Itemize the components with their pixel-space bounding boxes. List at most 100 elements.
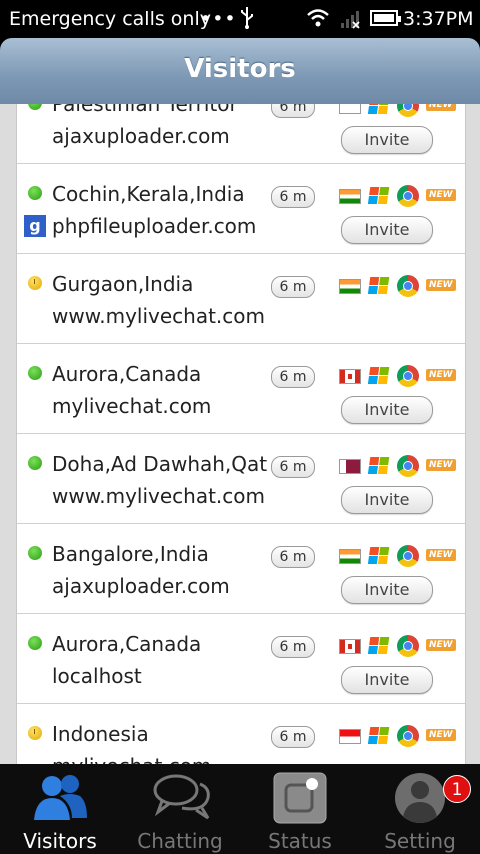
visitor-info-icons: NEW <box>339 364 459 388</box>
chrome-icon <box>397 635 419 657</box>
visitor-row[interactable]: Doha,Ad Dawhah,Qatar www.mylivechat.com 6 … <box>17 434 465 524</box>
country-flag-icon <box>339 729 361 744</box>
carrier-text: Emergency calls only <box>9 8 211 30</box>
new-badge: NEW <box>426 459 456 471</box>
notification-badge: 1 <box>443 775 471 803</box>
windows-icon <box>367 104 391 115</box>
visitor-location: Gurgaon,India <box>52 272 194 296</box>
visitor-site: www.mylivechat.com <box>52 304 266 328</box>
chrome-icon <box>397 185 419 207</box>
visitor-info-icons: NEW <box>339 724 459 748</box>
windows-icon <box>367 367 391 385</box>
invite-button[interactable]: Invite <box>341 666 433 694</box>
header-bar: Visitors <box>0 38 480 104</box>
chrome-icon <box>397 104 419 117</box>
new-badge: NEW <box>426 189 456 201</box>
visitor-row[interactable]: Indonesia mylivechat.com 6 m NEW <box>17 704 465 764</box>
invite-button[interactable]: Invite <box>341 576 433 604</box>
clock: 3:37PM <box>403 8 474 30</box>
visit-duration: 6 m <box>271 104 315 118</box>
chrome-icon <box>397 725 419 747</box>
tab-visitors-label: Visitors <box>23 829 97 853</box>
page-title: Visitors <box>184 54 296 84</box>
invite-button[interactable]: Invite <box>341 486 433 514</box>
notification-dots: ••• <box>200 8 237 30</box>
status-icon <box>272 772 328 824</box>
country-flag-icon <box>339 369 361 384</box>
visitor-location: Aurora,Canada <box>52 632 202 656</box>
visit-duration: 6 m <box>271 366 315 388</box>
visitors-icon <box>32 772 88 824</box>
visitor-location: Indonesia <box>52 722 149 746</box>
visitor-site: phpfileuploader.com <box>52 214 257 238</box>
visitor-location: Palestinian Territor <box>52 104 238 116</box>
country-flag-icon <box>339 459 361 474</box>
windows-icon <box>367 547 391 565</box>
visit-duration: 6 m <box>271 636 315 658</box>
visit-duration: 6 m <box>271 546 315 568</box>
avatar-icon <box>392 772 448 824</box>
new-badge: NEW <box>426 639 456 651</box>
tab-visitors[interactable]: Visitors <box>0 764 120 854</box>
visitor-list[interactable]: Palestinian Territor ajaxuploader.com 6 m … <box>16 104 466 764</box>
google-icon: g <box>24 215 46 237</box>
new-badge: NEW <box>426 279 456 291</box>
tab-status[interactable]: Status <box>240 764 360 854</box>
chrome-icon <box>397 275 419 297</box>
usb-icon <box>239 6 255 35</box>
invite-button[interactable]: Invite <box>341 126 433 154</box>
visit-duration: 6 m <box>271 726 315 748</box>
visitor-location: Bangalore,India <box>52 542 209 566</box>
windows-icon <box>367 277 391 295</box>
visitor-row[interactable]: g Cochin,Kerala,India phpfileuploader.com 6… <box>17 164 465 254</box>
visitor-row[interactable]: Aurora,Canada localhost 6 m NEW Invite <box>17 614 465 704</box>
invite-button[interactable]: Invite <box>341 396 433 424</box>
windows-icon <box>367 637 391 655</box>
visitor-site: mylivechat.com <box>52 394 212 418</box>
visitor-row[interactable]: Aurora,Canada mylivechat.com 6 m NEW Invit… <box>17 344 465 434</box>
visitor-info-icons: NEW <box>339 184 459 208</box>
visitor-location: Doha,Ad Dawhah,Qatar <box>52 452 267 476</box>
chrome-icon <box>397 455 419 477</box>
visitor-info-icons: NEW <box>339 454 459 478</box>
visitor-info-icons: NEW <box>339 274 459 298</box>
visitor-row[interactable]: Gurgaon,India www.mylivechat.com 6 m NEW <box>17 254 465 344</box>
tab-bar: Visitors Chatting Status Setting <box>0 764 480 854</box>
visitor-location: Aurora,Canada <box>52 362 202 386</box>
visit-duration: 6 m <box>271 276 315 298</box>
tab-chatting-label: Chatting <box>137 829 223 853</box>
visitor-list-area[interactable]: Palestinian Territor ajaxuploader.com 6 m … <box>0 104 480 764</box>
visitor-info-icons: NEW <box>339 544 459 568</box>
visitor-row[interactable]: Palestinian Territor ajaxuploader.com 6 m … <box>17 104 465 164</box>
invite-button[interactable]: Invite <box>341 216 433 244</box>
visitor-site: mylivechat.com <box>52 754 211 764</box>
windows-icon <box>367 187 391 205</box>
visitor-location: Cochin,Kerala,India <box>52 182 245 206</box>
status-bar: Emergency calls only ••• 3:37PM <box>0 0 480 38</box>
status-green-icon <box>28 186 42 200</box>
visitor-info-icons: NEW <box>339 104 459 118</box>
wifi-icon <box>306 8 330 33</box>
status-yellow-icon <box>28 276 42 290</box>
country-flag-icon <box>339 639 361 654</box>
visitor-site: ajaxuploader.com <box>52 574 230 598</box>
status-green-icon <box>28 104 42 110</box>
visitor-site: localhost <box>52 664 142 688</box>
country-flag-icon <box>339 104 361 114</box>
windows-icon <box>367 457 391 475</box>
status-green-icon <box>28 546 42 560</box>
tab-chatting[interactable]: Chatting <box>120 764 240 854</box>
new-badge: NEW <box>426 369 456 381</box>
chrome-icon <box>397 365 419 387</box>
new-badge: NEW <box>426 729 456 741</box>
status-green-icon <box>28 636 42 650</box>
chrome-icon <box>397 545 419 567</box>
visit-duration: 6 m <box>271 186 315 208</box>
country-flag-icon <box>339 189 361 204</box>
tab-setting-label: Setting <box>384 829 456 853</box>
visitor-row[interactable]: Bangalore,India ajaxuploader.com 6 m NEW I… <box>17 524 465 614</box>
country-flag-icon <box>339 279 361 294</box>
tab-status-label: Status <box>268 829 332 853</box>
visitor-site: ajaxuploader.com <box>52 124 230 148</box>
status-green-icon <box>28 366 42 380</box>
